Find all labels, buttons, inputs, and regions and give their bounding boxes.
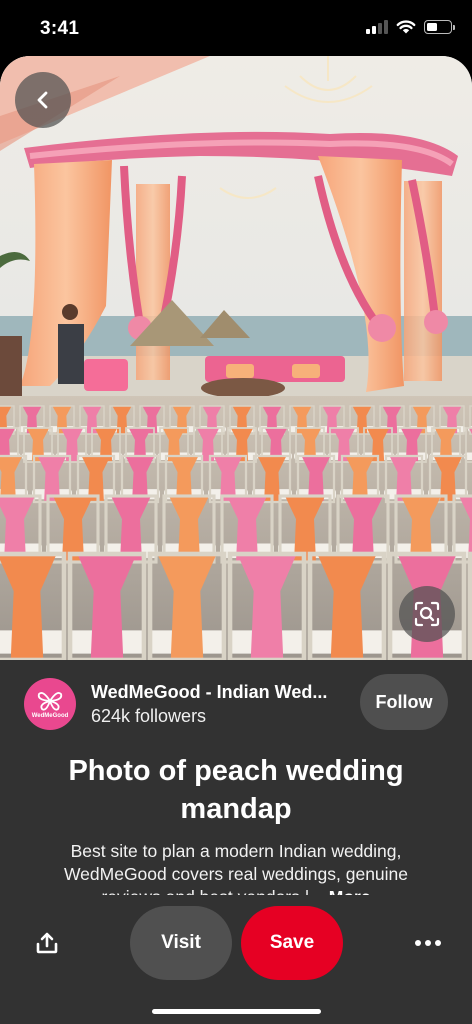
follow-button[interactable]: Follow [360,674,448,730]
cellular-signal-icon [366,19,388,34]
avatar-logo-text: WedMeGood [31,712,69,719]
status-bar: 3:41 [0,0,472,56]
avatar[interactable]: WedMeGood [24,678,76,730]
home-indicator [152,1009,321,1014]
creator-row: WedMeGood WedMeGood - Indian Wed... 624k… [24,674,448,730]
creator-name[interactable]: WedMeGood - Indian Wed... [91,682,327,703]
chair-rows [0,405,472,660]
chevron-left-icon [37,91,48,109]
share-button[interactable] [30,926,64,960]
share-icon [36,932,58,954]
visual-search-button[interactable] [399,586,455,642]
action-bar: Visit Save [0,906,472,1024]
follower-count: 624k followers [91,706,207,726]
pin-image[interactable] [0,56,472,660]
visual-search-icon [414,601,440,627]
wifi-icon [396,20,416,34]
save-button[interactable]: Save [241,906,343,980]
visit-button[interactable]: Visit [130,906,232,980]
status-icons [366,19,455,34]
pin-description: Best site to plan a modern Indian weddin… [36,840,436,895]
butterfly-logo-icon [37,691,63,711]
more-options-button[interactable] [412,928,444,958]
battery-icon [424,19,455,34]
back-button[interactable] [15,72,71,128]
status-time: 3:41 [40,18,80,39]
more-icon [415,940,421,946]
more-link[interactable]: More [329,887,371,895]
pin-title: Photo of peach wedding mandap [68,755,404,825]
